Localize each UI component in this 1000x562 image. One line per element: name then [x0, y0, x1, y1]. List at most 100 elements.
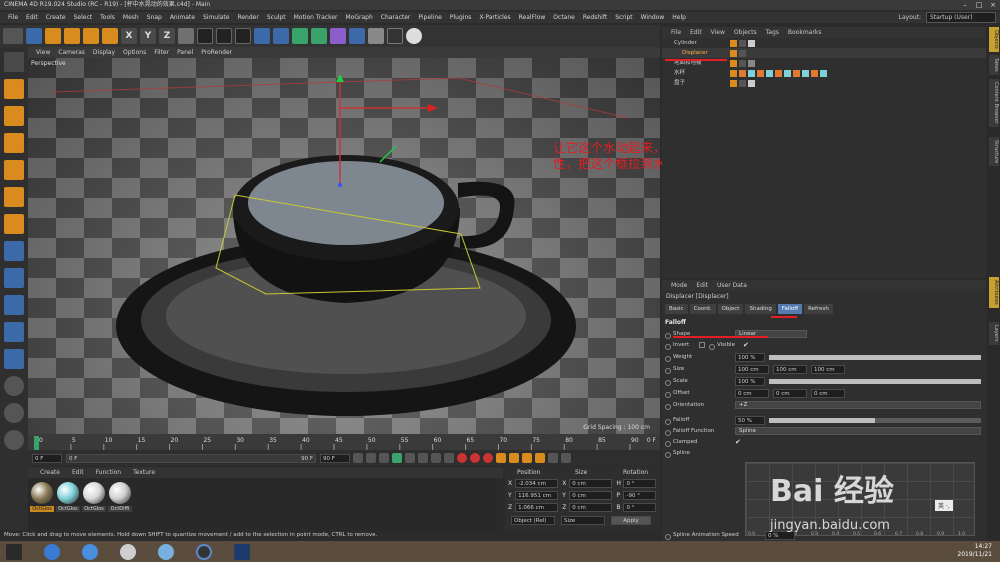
attribute-menu-mode[interactable]: Mode — [671, 282, 687, 289]
go-to-end-icon[interactable] — [431, 453, 441, 463]
object-menu-bookmarks[interactable]: Bookmarks — [788, 29, 822, 36]
prev-key-icon[interactable] — [366, 453, 376, 463]
subdivision-icon[interactable] — [292, 28, 308, 44]
offset-x-field[interactable]: 0 cm — [735, 388, 769, 398]
pen-icon[interactable] — [273, 28, 289, 44]
live-select-icon[interactable] — [26, 28, 42, 44]
apply-button[interactable]: Apply — [611, 516, 651, 525]
make-editable-icon[interactable] — [4, 52, 24, 72]
menu-octane[interactable]: Octane — [553, 14, 575, 21]
menu-realflow[interactable]: RealFlow — [519, 14, 546, 21]
close-button[interactable]: × — [986, 0, 1000, 10]
position-field[interactable]: -2.034 cm — [515, 479, 559, 488]
grid-icon[interactable] — [4, 349, 24, 369]
browser-icon[interactable] — [82, 543, 98, 560]
object-menu-objects[interactable]: Objects — [734, 29, 757, 36]
object-menu-tags[interactable]: Tags — [766, 29, 779, 36]
tag-icon[interactable] — [730, 49, 737, 57]
layout-dropdown[interactable]: Startup (User) — [926, 12, 996, 23]
size-field[interactable]: 0 cm — [569, 491, 613, 500]
autokey-icon[interactable] — [470, 453, 480, 463]
viewport-menu-panel[interactable]: Panel — [177, 49, 193, 56]
light-icon[interactable] — [406, 28, 422, 44]
tag-icon[interactable] — [739, 39, 746, 47]
tag-icon[interactable] — [793, 69, 800, 77]
minimize-button[interactable]: – — [958, 0, 972, 10]
viewport-menu-display[interactable]: Display — [93, 49, 115, 56]
side-tab-takes[interactable]: Takes — [989, 55, 999, 75]
tag-icon[interactable] — [739, 59, 746, 67]
tag-icon[interactable] — [766, 69, 773, 77]
clamped-checkbox[interactable]: ✔ — [735, 438, 741, 446]
menu-sculpt[interactable]: Sculpt — [267, 14, 286, 21]
side-tab-content-browser[interactable]: Content Browser — [989, 79, 999, 127]
polygons-mode-icon[interactable] — [4, 214, 24, 234]
object-name[interactable]: Displacer — [662, 48, 728, 58]
menu-plugins[interactable]: Plugins — [450, 14, 472, 21]
edges-mode-icon[interactable] — [4, 187, 24, 207]
weight-slider[interactable] — [769, 354, 981, 360]
viewport[interactable]: Perspective Grid Spacing : 100 cm — [28, 58, 660, 434]
falloff-slider[interactable] — [769, 417, 981, 423]
tag-icon[interactable] — [748, 69, 755, 77]
workplane-icon[interactable] — [4, 133, 24, 153]
floor-icon[interactable] — [368, 28, 384, 44]
tab-shading[interactable]: Shading — [745, 304, 776, 314]
object-row[interactable]: 盘子 — [662, 78, 986, 88]
tag-icon[interactable] — [739, 49, 746, 57]
menu-mograph[interactable]: MoGraph — [346, 14, 373, 21]
material-menu-create[interactable]: Create — [40, 469, 60, 476]
tag-icon[interactable] — [748, 59, 755, 67]
render-settings-icon[interactable] — [235, 28, 251, 44]
object-menu-view[interactable]: View — [711, 29, 725, 36]
viewport-menu-cameras[interactable]: Cameras — [58, 49, 85, 56]
render-picture-viewer-icon[interactable] — [216, 28, 232, 44]
loop-icon[interactable] — [444, 453, 454, 463]
cinema4d-taskbar-icon[interactable] — [196, 543, 212, 560]
key-pla-icon[interactable] — [548, 453, 558, 463]
record-icon[interactable] — [457, 453, 467, 463]
key-position-icon[interactable] — [496, 453, 506, 463]
side-tab-layers[interactable]: Layers — [989, 322, 999, 345]
menu-select[interactable]: Select — [74, 14, 93, 21]
viewport-menu-view[interactable]: View — [36, 49, 50, 56]
object-name[interactable]: 盘子 — [662, 78, 728, 88]
texture-mode-icon[interactable] — [4, 106, 24, 126]
tab-falloff[interactable]: Falloff — [777, 304, 803, 314]
array-icon[interactable] — [311, 28, 327, 44]
orientation-dropdown[interactable]: +Z — [735, 401, 981, 409]
photoshop-taskbar-icon[interactable] — [234, 543, 250, 560]
key-parameter-icon[interactable] — [535, 453, 545, 463]
tag-icon[interactable] — [748, 79, 755, 87]
position-field[interactable]: 116.951 cm — [515, 491, 559, 500]
rotation-field[interactable]: -90 ° — [623, 491, 656, 500]
attribute-menu-edit[interactable]: Edit — [696, 282, 708, 289]
locked-workplane-icon[interactable] — [4, 322, 24, 342]
menu-snap[interactable]: Snap — [147, 14, 162, 21]
offset-z-field[interactable]: 0 cm — [811, 388, 845, 398]
menu-script[interactable]: Script — [615, 14, 632, 21]
x-axis-lock-icon[interactable]: X — [121, 28, 137, 44]
tag-icon[interactable] — [820, 69, 827, 77]
key-rotation-icon[interactable] — [522, 453, 532, 463]
photos-icon[interactable] — [158, 543, 174, 560]
invert-checkbox[interactable] — [699, 342, 705, 348]
maximize-button[interactable]: □ — [972, 0, 986, 10]
side-tab-objects[interactable]: Objects — [989, 27, 999, 52]
tab-basic[interactable]: Basic — [665, 304, 688, 314]
material-menu-function[interactable]: Function — [96, 469, 122, 476]
file-explorer-icon[interactable] — [44, 543, 60, 560]
tag-icon[interactable] — [730, 59, 737, 67]
material-menu-edit[interactable]: Edit — [72, 469, 84, 476]
menu-motion-tracker[interactable]: Motion Tracker — [294, 14, 338, 21]
attribute-menu-user-data[interactable]: User Data — [717, 282, 747, 289]
size-field[interactable]: 0 cm — [569, 479, 613, 488]
menu-create[interactable]: Create — [46, 14, 66, 21]
scale-slider[interactable] — [769, 378, 981, 384]
go-to-start-icon[interactable] — [353, 453, 363, 463]
object-row[interactable]: Displacer — [662, 48, 986, 58]
rotation-field[interactable]: 0 ° — [623, 479, 656, 488]
tag-icon[interactable] — [748, 39, 755, 47]
size-mode-dropdown[interactable]: Size — [561, 516, 605, 525]
size-x-field[interactable]: 100 cm — [735, 364, 769, 374]
